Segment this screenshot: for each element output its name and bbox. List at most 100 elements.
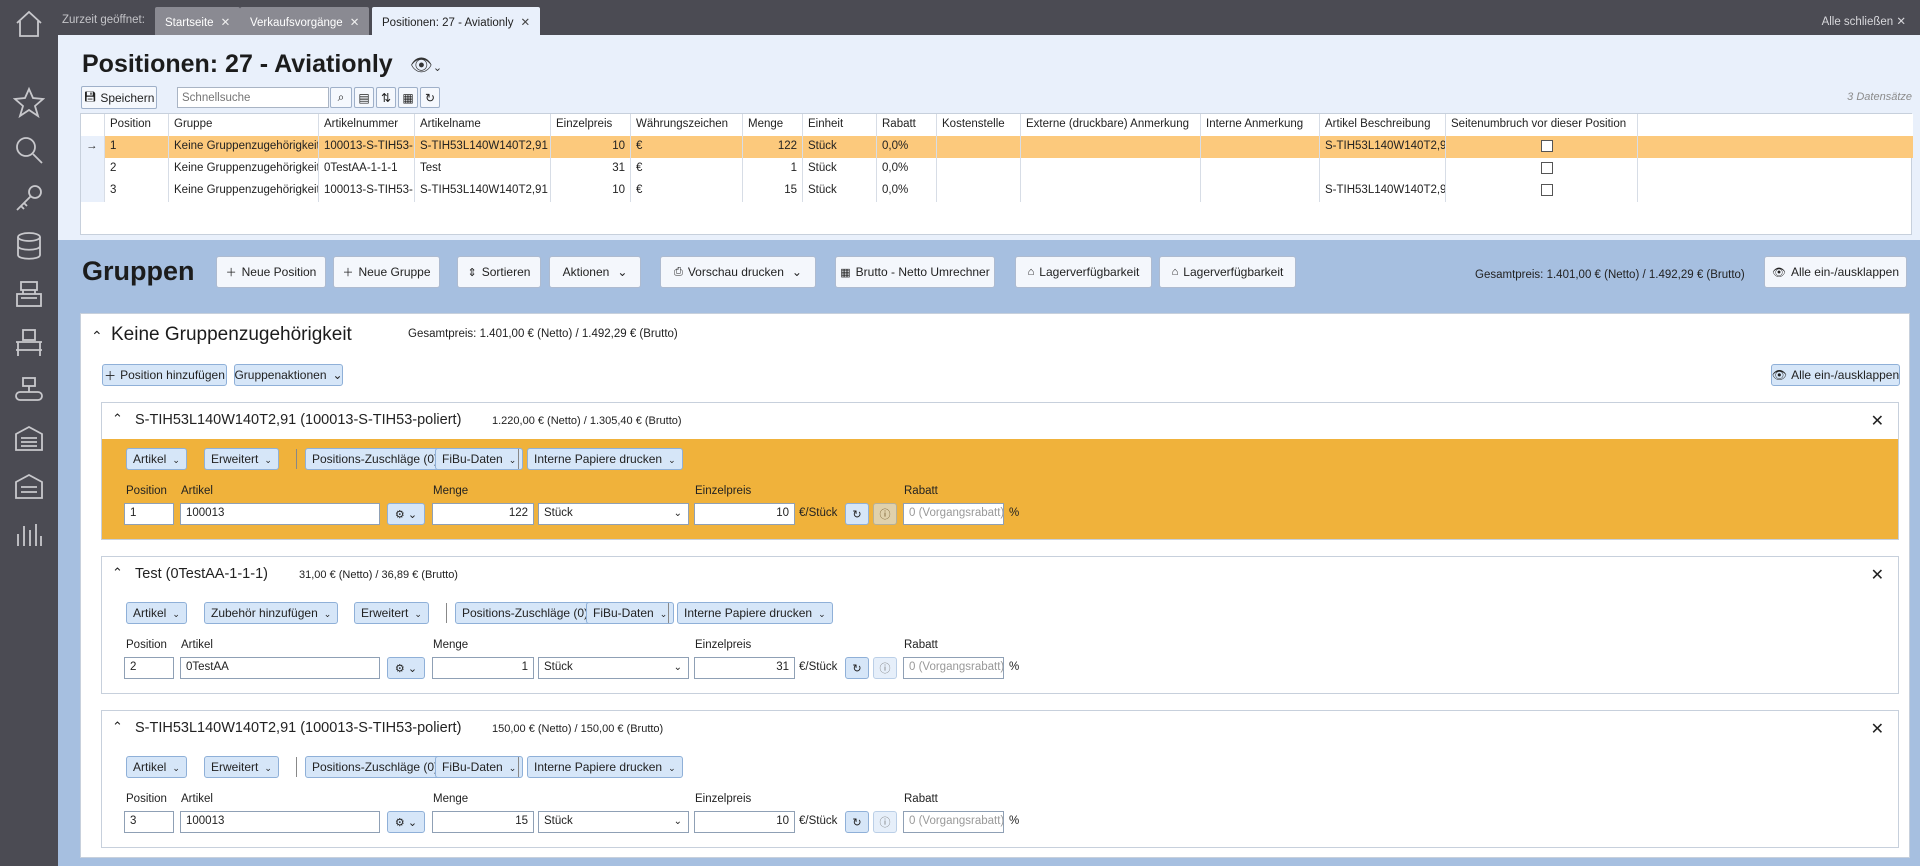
info-icon[interactable]: ⓘ (873, 657, 897, 679)
internal-papers-dropdown[interactable]: Interne Papiere drucken ⌄ (527, 756, 683, 778)
settings-icon[interactable]: ⚙ ⌄ (387, 811, 425, 833)
warehouse-shelf-icon[interactable] (0, 322, 58, 362)
close-icon[interactable]: ✕ (520, 17, 530, 29)
fibu-dropdown[interactable]: FiBu-Daten ⌄ (435, 448, 524, 470)
sort-button[interactable]: ⇕ Sortieren (457, 256, 541, 288)
info-icon[interactable]: ⓘ (873, 503, 897, 525)
tab-startseite[interactable]: Startseite ✕ (155, 7, 241, 35)
col-header[interactable]: Artikelnummer (319, 114, 415, 136)
new-position-button[interactable]: ＋ Neue Position (216, 256, 326, 288)
col-header[interactable]: Position (105, 114, 169, 136)
surcharges-button[interactable]: Positions-Zuschläge (0) (305, 448, 446, 470)
erweitert-dropdown[interactable]: Erweitert ⌄ (354, 602, 429, 624)
erweitert-dropdown[interactable]: Erweitert ⌄ (204, 448, 279, 470)
page-break-checkbox[interactable] (1541, 184, 1553, 196)
bar-chart-icon[interactable] (0, 514, 58, 554)
unit-price-field[interactable]: 10 (694, 503, 795, 525)
table-row[interactable]: 3 Keine Gruppenzugehörigkeit 100013-S-TI… (81, 180, 1913, 202)
database-icon[interactable] (0, 226, 58, 266)
table-row[interactable]: 2 Keine Gruppenzugehörigkeit 0TestAA-1-1… (81, 158, 1913, 180)
settings-icon[interactable]: ⚙ ⌄ (387, 657, 425, 679)
position-field[interactable]: 2 (124, 657, 174, 679)
tab-verkaufsvorgaenge[interactable]: Verkaufsvorgänge ✕ (240, 7, 370, 35)
eye-icon[interactable]: 👁︎⌄ (410, 55, 442, 76)
chevron-up-icon[interactable]: ⌃ (91, 328, 103, 345)
article-field[interactable]: 100013 (180, 811, 380, 833)
sort-icon[interactable]: ⇅ (376, 87, 396, 108)
export-icon[interactable]: ▤ (354, 87, 374, 108)
col-header[interactable]: Seitenumbruch vor dieser Position (1446, 114, 1638, 136)
col-header[interactable]: Kostenstelle (937, 114, 1021, 136)
stock-availability-button-2[interactable]: ⌂ Lagerverfügbarkeit (1159, 256, 1296, 288)
col-header[interactable]: Interne Anmerkung (1201, 114, 1320, 136)
discount-field[interactable]: 0 (Vorgangsrabatt) (903, 503, 1004, 525)
storage-icon[interactable] (0, 418, 58, 458)
col-header[interactable]: Artikel Beschreibung (1320, 114, 1446, 136)
quantity-field[interactable]: 15 (432, 811, 534, 833)
position-field[interactable]: 1 (124, 503, 174, 525)
new-group-button[interactable]: ＋ Neue Gruppe (333, 256, 440, 288)
close-icon[interactable]: ✕ (350, 17, 360, 29)
col-header[interactable]: Rabatt (877, 114, 937, 136)
fibu-dropdown[interactable]: FiBu-Daten ⌄ (435, 756, 524, 778)
save-button[interactable]: 💾︎ Speichern (81, 86, 157, 109)
actions-dropdown[interactable]: Aktionen ⌄ (549, 256, 641, 288)
col-header[interactable]: Einzelpreis (551, 114, 631, 136)
fibu-dropdown[interactable]: FiBu-Daten ⌄ (586, 602, 675, 624)
close-icon[interactable]: ✕ (1871, 565, 1884, 585)
erweitert-dropdown[interactable]: Erweitert ⌄ (204, 756, 279, 778)
close-icon[interactable]: ✕ (221, 17, 231, 29)
close-icon[interactable]: ✕ (1871, 719, 1884, 739)
tab-positionen[interactable]: Positionen: 27 - Aviationly ✕ (372, 7, 541, 35)
conveyor-icon[interactable] (0, 370, 58, 410)
depot-icon[interactable] (0, 466, 58, 506)
unit-price-field[interactable]: 31 (694, 657, 795, 679)
artikel-dropdown[interactable]: Artikel ⌄ (126, 756, 187, 778)
chevron-up-icon[interactable]: ⌃ (112, 719, 123, 735)
home-icon[interactable] (0, 4, 58, 44)
key-icon[interactable] (0, 178, 58, 218)
unit-price-field[interactable]: 10 (694, 811, 795, 833)
page-break-checkbox[interactable] (1541, 162, 1553, 174)
info-icon[interactable]: ⓘ (873, 811, 897, 833)
article-field[interactable]: 0TestAA (180, 657, 380, 679)
search-icon[interactable]: ⌕ (330, 87, 352, 108)
chevron-up-icon[interactable]: ⌃ (112, 565, 123, 581)
brutto-netto-button[interactable]: ▦ Brutto - Netto Umrechner (835, 256, 995, 288)
unit-select[interactable]: Stück ⌄ (538, 811, 689, 833)
refresh-icon[interactable]: ↻ (845, 503, 869, 525)
refresh-icon[interactable]: ↻ (420, 87, 440, 108)
toggle-all-group-button[interactable]: 👁︎ Alle ein-/ausklappen (1771, 364, 1900, 386)
unit-select[interactable]: Stück ⌄ (538, 657, 689, 679)
cash-register-icon[interactable] (0, 274, 58, 314)
quantity-field[interactable]: 1 (432, 657, 534, 679)
article-field[interactable]: 100013 (180, 503, 380, 525)
star-icon[interactable] (0, 82, 58, 122)
discount-field[interactable]: 0 (Vorgangsrabatt) (903, 657, 1004, 679)
internal-papers-dropdown[interactable]: Interne Papiere drucken ⌄ (527, 448, 683, 470)
search-input[interactable] (177, 87, 329, 108)
col-header[interactable]: Menge (743, 114, 803, 136)
col-header[interactable]: Währungszeichen (631, 114, 743, 136)
columns-icon[interactable]: ▦ (398, 87, 418, 108)
close-all-button[interactable]: Alle schließen ✕ (1822, 14, 1906, 28)
search-icon[interactable] (0, 130, 58, 170)
discount-field[interactable]: 0 (Vorgangsrabatt) (903, 811, 1004, 833)
surcharges-button[interactable]: Positions-Zuschläge (0) (455, 602, 596, 624)
col-header[interactable]: Einheit (803, 114, 877, 136)
group-actions-dropdown[interactable]: Gruppenaktionen ⌄ (234, 364, 343, 386)
accessories-dropdown[interactable]: Zubehör hinzufügen ⌄ (204, 602, 339, 624)
add-position-button[interactable]: ＋ Position hinzufügen (102, 364, 227, 386)
artikel-dropdown[interactable]: Artikel ⌄ (126, 602, 187, 624)
table-row[interactable]: → 1 Keine Gruppenzugehörigkeit 100013-S-… (81, 136, 1913, 158)
col-header[interactable]: Artikelname (415, 114, 551, 136)
refresh-icon[interactable]: ↻ (845, 657, 869, 679)
print-preview-dropdown[interactable]: ⎙ Vorschau drucken ⌄ (660, 256, 816, 288)
close-icon[interactable]: ✕ (1871, 411, 1884, 431)
artikel-dropdown[interactable]: Artikel ⌄ (126, 448, 187, 470)
stock-availability-button[interactable]: ⌂ Lagerverfügbarkeit (1015, 256, 1152, 288)
quantity-field[interactable]: 122 (432, 503, 534, 525)
settings-icon[interactable]: ⚙ ⌄ (387, 503, 425, 525)
chevron-up-icon[interactable]: ⌃ (112, 411, 123, 427)
unit-select[interactable]: Stück ⌄ (538, 503, 689, 525)
